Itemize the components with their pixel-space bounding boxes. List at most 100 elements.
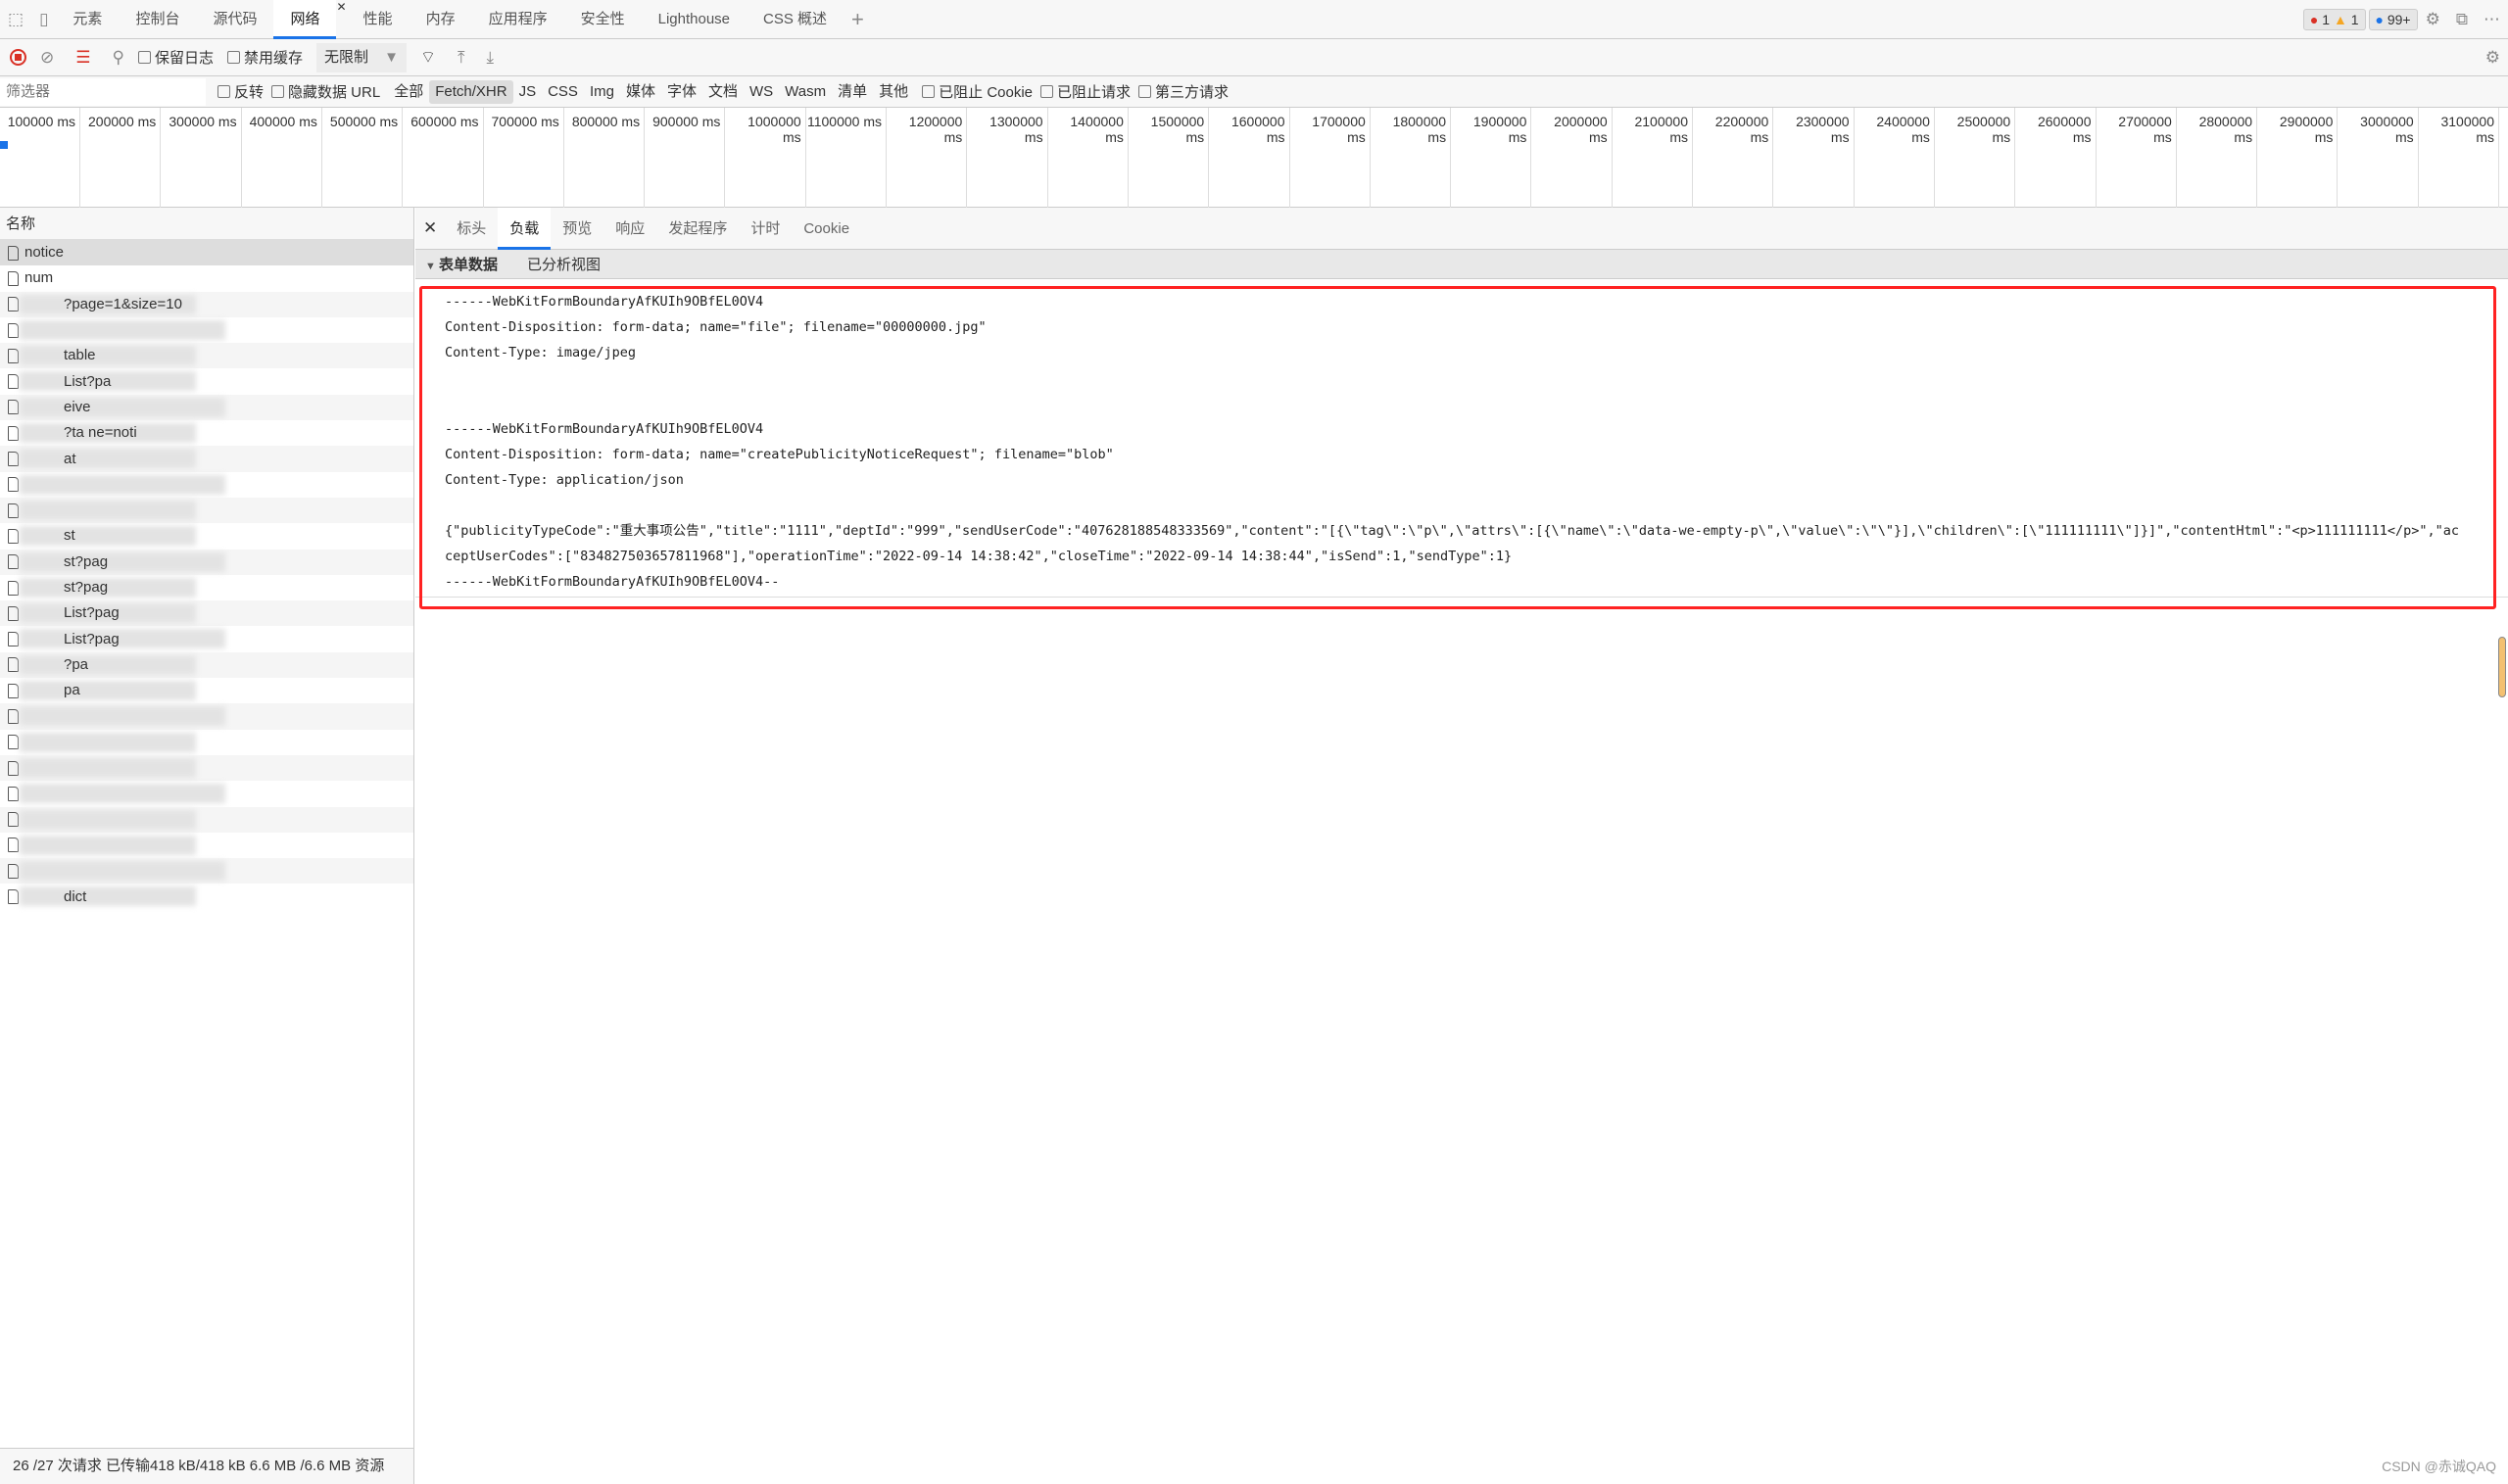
parsed-view-link[interactable]: 已分析视图 <box>527 254 601 274</box>
detail-tab-6[interactable]: Cookie <box>792 208 861 250</box>
search-icon[interactable]: ⚲ <box>105 48 132 68</box>
network-conditions-icon[interactable]: ⌔ <box>412 47 444 68</box>
timeline-tick: 2800000 ms <box>2177 108 2258 208</box>
filter-type-1[interactable]: Fetch/XHR <box>429 79 513 104</box>
detail-tab-3[interactable]: 响应 <box>603 208 656 250</box>
list-item[interactable]: ?page=1&size=10 <box>0 291 413 317</box>
list-item[interactable]: ?ta ne=noti <box>0 420 413 446</box>
detail-tabs: ✕ 标头 负载 预览 响应 发起程序 计时 Cookie <box>415 207 2508 250</box>
list-item[interactable] <box>0 754 413 782</box>
close-tab-icon[interactable]: ✕ <box>336 0 346 39</box>
blocked-requests-label: 已阻止请求 <box>1057 84 1132 101</box>
list-item[interactable]: pa <box>0 678 413 703</box>
hide-data-url-checkbox[interactable]: 隐藏数据 URL <box>271 81 380 102</box>
export-har-icon[interactable]: ⤓ <box>478 48 502 68</box>
list-item[interactable]: List?pag <box>0 600 413 627</box>
clear-icon[interactable]: ⊘ <box>32 48 62 68</box>
dock-icon[interactable]: ⧉ <box>2448 10 2476 29</box>
filter-input[interactable] <box>0 77 206 106</box>
detail-tab-5[interactable]: 计时 <box>739 208 792 250</box>
tab-0[interactable]: 元素 <box>56 0 119 39</box>
filter-type-3[interactable]: CSS <box>542 80 584 104</box>
tab-8[interactable]: Lighthouse <box>642 0 747 39</box>
request-name: st?pag <box>64 552 109 570</box>
timeline-tick: 2000000 ms <box>1532 108 1613 208</box>
list-item[interactable] <box>0 858 413 885</box>
list-item[interactable]: st?pag <box>0 575 413 600</box>
list-item[interactable] <box>0 497 413 524</box>
form-data-toggle[interactable]: ▼ 表单数据 <box>425 254 498 274</box>
filter-type-4[interactable]: Img <box>584 80 620 104</box>
list-item[interactable]: at <box>0 446 413 472</box>
request-name: st <box>64 527 75 545</box>
request-name: dict <box>64 887 87 905</box>
network-overview-timeline[interactable]: 100000 ms 200000 ms 300000 ms 400000 ms 5000… <box>0 108 2508 208</box>
list-item[interactable]: num <box>0 265 413 291</box>
file-icon <box>8 400 19 415</box>
filter-type-11[interactable]: 其他 <box>873 80 914 104</box>
more-icon[interactable]: ⋯ <box>2476 10 2508 29</box>
messages-badge[interactable]: ● 99+ <box>2368 8 2418 30</box>
filter-type-10[interactable]: 清单 <box>832 80 873 104</box>
scrollbar[interactable] <box>2498 637 2506 697</box>
timeline-tick: 2400000 ms <box>1855 108 1935 208</box>
filter-type-0[interactable]: 全部 <box>388 80 429 104</box>
detail-tab-1[interactable]: 负载 <box>498 207 552 250</box>
tab-6[interactable]: 应用程序 <box>472 0 564 39</box>
list-item[interactable]: st?pag <box>0 549 413 575</box>
form-data-section-header[interactable]: ▼ 表单数据 已分析视图 <box>415 250 2508 279</box>
issues-badge[interactable]: ● 1 ▲ 1 <box>2302 8 2366 30</box>
device-toggle-icon[interactable]: ▯ <box>31 10 56 29</box>
preserve-log-checkbox[interactable]: 保留日志 <box>137 47 214 68</box>
settings-icon[interactable]: ⚙ <box>2418 10 2448 29</box>
filter-type-8[interactable]: WS <box>744 80 779 104</box>
list-item[interactable]: notice <box>0 240 413 266</box>
list-item[interactable] <box>0 703 413 730</box>
tab-9[interactable]: CSS 概述 <box>747 0 844 39</box>
filter-type-5[interactable]: 媒体 <box>620 80 661 104</box>
filter-type-2[interactable]: JS <box>513 80 543 104</box>
tab-7[interactable]: 安全性 <box>564 0 642 39</box>
detail-tab-4[interactable]: 发起程序 <box>656 208 739 250</box>
blocked-requests-checkbox[interactable]: 已阻止请求 <box>1040 81 1131 102</box>
file-icon <box>8 245 19 261</box>
list-item[interactable] <box>0 781 413 806</box>
list-item[interactable] <box>0 806 413 833</box>
record-icon[interactable] <box>10 49 26 66</box>
inspect-icon[interactable]: ⬚ <box>0 10 31 29</box>
list-item[interactable] <box>0 472 413 498</box>
list-item[interactable] <box>0 317 413 343</box>
list-item[interactable]: dict <box>0 884 413 909</box>
blocked-cookies-checkbox[interactable]: 已阻止 Cookie <box>922 81 1033 102</box>
list-item[interactable]: ?pa <box>0 651 413 679</box>
filter-type-7[interactable]: 文档 <box>702 80 744 104</box>
filter-type-6[interactable]: 字体 <box>661 80 702 104</box>
file-icon <box>8 348 19 363</box>
list-item[interactable]: st <box>0 523 413 549</box>
tab-3[interactable]: 网络 <box>273 0 337 39</box>
list-item[interactable]: List?pag <box>0 626 413 651</box>
third-party-checkbox[interactable]: 第三方请求 <box>1138 81 1229 102</box>
disable-cache-checkbox[interactable]: 禁用缓存 <box>226 47 303 68</box>
network-settings-icon[interactable]: ⚙ <box>2478 48 2508 68</box>
filter-type-9[interactable]: Wasm <box>779 80 832 104</box>
tab-4[interactable]: 性能 <box>347 0 410 39</box>
invert-checkbox[interactable]: 反转 <box>217 81 264 102</box>
list-item[interactable] <box>0 730 413 755</box>
tab-5[interactable]: 内存 <box>410 0 472 39</box>
name-column-header[interactable]: 名称 <box>0 208 413 240</box>
detail-tab-2[interactable]: 预览 <box>551 208 603 250</box>
throttle-select[interactable]: 无限制 ▼ <box>315 42 407 72</box>
list-item[interactable]: List?pa <box>0 368 413 394</box>
detail-tab-0[interactable]: 标头 <box>445 208 498 250</box>
tab-2[interactable]: 源代码 <box>196 0 273 39</box>
add-tab-icon[interactable]: + <box>844 7 872 32</box>
tab-1[interactable]: 控制台 <box>119 0 196 39</box>
list-item[interactable]: table <box>0 343 413 369</box>
list-item[interactable] <box>0 833 413 858</box>
timeline-tick: 1000000 ms <box>726 108 806 208</box>
list-item[interactable]: eive <box>0 394 413 421</box>
import-har-icon[interactable]: ⤒ <box>450 48 473 68</box>
close-icon[interactable]: ✕ <box>415 218 445 238</box>
filter-icon[interactable]: ☰ <box>68 48 98 68</box>
